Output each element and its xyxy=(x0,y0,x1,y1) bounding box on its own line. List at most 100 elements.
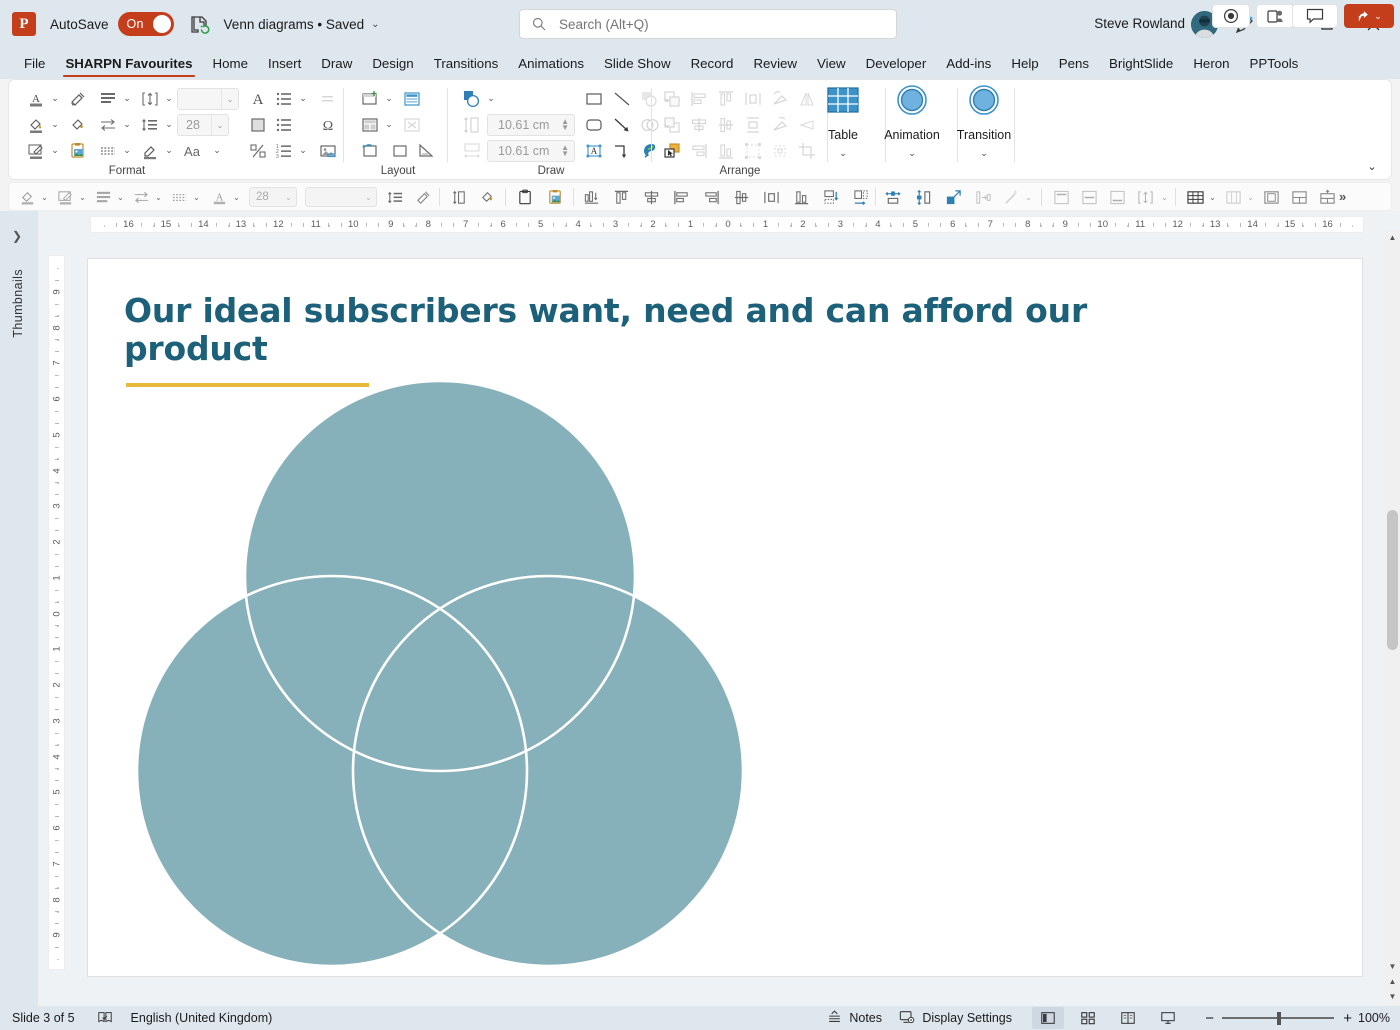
shapes-icon[interactable] xyxy=(459,86,485,111)
tab-record[interactable]: Record xyxy=(681,48,744,79)
align-bottom-icon[interactable] xyxy=(789,185,813,209)
slide-show-button[interactable] xyxy=(1152,1007,1184,1029)
font-name-combo[interactable]: ⌄ xyxy=(177,88,239,110)
chevron-down-icon[interactable]: ⌄ xyxy=(121,112,133,137)
paste-icon[interactable] xyxy=(513,185,537,209)
edit-shape-icon[interactable] xyxy=(53,185,77,209)
shape-fill-eyedropper-icon[interactable] xyxy=(475,185,499,209)
selection-pane-icon[interactable] xyxy=(659,138,685,163)
spinner-up-down-icon[interactable]: ▲ ▼ xyxy=(561,144,569,158)
width-field[interactable]: 10.61 cm ▲ ▼ xyxy=(487,140,575,162)
elbow-connector-icon[interactable] xyxy=(609,138,635,163)
tab-review[interactable]: Review xyxy=(743,48,807,79)
format-painter-icon[interactable] xyxy=(411,185,435,209)
tab-pptools[interactable]: PPTools xyxy=(1240,48,1309,79)
zoom-level-label[interactable]: 100% xyxy=(1358,1011,1390,1025)
align-right-icon[interactable] xyxy=(699,185,723,209)
tab-brightslide[interactable]: BrightSlide xyxy=(1099,48,1183,79)
chevron-down-icon[interactable]: ⌄ xyxy=(221,89,238,109)
chevron-down-icon[interactable]: ⌄ xyxy=(49,138,61,163)
chevron-down-icon[interactable]: ⌄ xyxy=(1023,185,1034,209)
chevron-down-icon[interactable]: ⌄ xyxy=(49,112,61,137)
font-color-icon[interactable]: A xyxy=(23,86,49,111)
paste-picture-icon[interactable] xyxy=(65,138,91,163)
chevron-down-icon[interactable]: ⌄ xyxy=(77,185,88,209)
rectangle-icon[interactable] xyxy=(581,86,607,111)
chevron-down-icon[interactable]: ⌄ xyxy=(383,112,395,137)
align-left-icon[interactable] xyxy=(669,185,693,209)
ribbon-collapse-button[interactable]: ⌄ xyxy=(1361,157,1383,175)
table-column-icon[interactable] xyxy=(1221,185,1245,209)
normal-view-button[interactable] xyxy=(1032,1007,1064,1029)
spellcheck-icon[interactable] xyxy=(97,1010,113,1026)
height-field[interactable]: 10.61 cm ▲ ▼ xyxy=(487,114,575,136)
slide-sorter-button[interactable] xyxy=(1072,1007,1104,1029)
table-icon[interactable] xyxy=(1183,185,1207,209)
align-middle-icon[interactable] xyxy=(729,185,753,209)
zoom-in-button[interactable]: + xyxy=(1343,1010,1352,1027)
font-color-icon[interactable]: A xyxy=(207,185,231,209)
tab-help[interactable]: Help xyxy=(1001,48,1048,79)
chevron-down-icon[interactable]: ⌄ xyxy=(939,148,1029,159)
size-height-icon[interactable] xyxy=(911,185,935,209)
tab-add-ins[interactable]: Add-ins xyxy=(936,48,1001,79)
slide-title[interactable]: Our ideal subscribers want, need and can… xyxy=(124,292,1224,387)
next-slide-button[interactable]: ▼ xyxy=(1385,989,1400,1004)
swap-arrows-icon[interactable] xyxy=(129,185,153,209)
search-input[interactable] xyxy=(557,15,857,33)
venn-circle-bottom-right[interactable] xyxy=(353,576,743,966)
slide-size-icon[interactable] xyxy=(413,138,439,163)
picture-format-icon[interactable] xyxy=(315,138,341,163)
chevron-down-icon[interactable]: ⌄ xyxy=(297,138,309,163)
shape-fill-icon[interactable] xyxy=(23,112,49,137)
tab-developer[interactable]: Developer xyxy=(856,48,937,79)
font-name-combo[interactable]: ⌄ xyxy=(305,187,377,207)
tab-slide-show[interactable]: Slide Show xyxy=(594,48,681,79)
text-box-icon[interactable]: A xyxy=(581,138,607,163)
edit-shape-icon[interactable] xyxy=(23,138,49,163)
new-slide-icon[interactable] xyxy=(357,86,383,111)
tab-transitions[interactable]: Transitions xyxy=(424,48,509,79)
tab-animations[interactable]: Animations xyxy=(508,48,594,79)
tab-draw[interactable]: Draw xyxy=(311,48,362,79)
toolbar-overflow-button[interactable]: » xyxy=(1339,189,1346,204)
table-merge-icon[interactable] xyxy=(1315,185,1339,209)
scroll-down-button[interactable]: ▼ xyxy=(1385,959,1400,974)
chevron-down-icon[interactable]: ⌄ xyxy=(163,112,175,137)
shape-fill-eyedropper-icon[interactable] xyxy=(65,112,91,137)
autofit-icon[interactable] xyxy=(1133,185,1157,209)
slide-layout-icon[interactable] xyxy=(357,112,383,137)
scale-icon[interactable] xyxy=(941,185,965,209)
chevron-down-icon[interactable]: ⌄ xyxy=(1245,185,1256,209)
table-split-icon[interactable] xyxy=(1287,185,1311,209)
tab-home[interactable]: Home xyxy=(203,48,258,79)
chevron-down-icon[interactable]: ⌄ xyxy=(297,86,309,111)
position-icon[interactable] xyxy=(971,185,995,209)
highlighter-icon[interactable] xyxy=(137,138,163,163)
line-spacing-icon[interactable] xyxy=(383,185,407,209)
height-icon[interactable] xyxy=(447,185,471,209)
search-box[interactable] xyxy=(519,9,897,39)
chevron-down-icon[interactable]: ⌄ xyxy=(211,115,228,135)
distribute-bottom-icon[interactable] xyxy=(579,185,603,209)
tab-heron[interactable]: Heron xyxy=(1183,48,1239,79)
distribute-horizontal-icon[interactable] xyxy=(759,185,783,209)
slide-canvas[interactable]: Our ideal subscribers want, need and can… xyxy=(88,259,1362,976)
autosave-toggle[interactable]: On xyxy=(117,12,174,36)
chevron-down-icon[interactable]: ⌄ xyxy=(153,185,164,209)
chevron-down-icon[interactable]: ⌄ xyxy=(191,185,202,209)
previous-slide-button[interactable]: ▲ xyxy=(1385,974,1400,989)
line-icon[interactable] xyxy=(609,86,635,111)
tab-pens[interactable]: Pens xyxy=(1049,48,1099,79)
teams-present-button[interactable] xyxy=(1256,4,1294,28)
chevron-down-icon[interactable]: ⌄ xyxy=(485,86,497,111)
spinner-up-down-icon[interactable]: ▲ ▼ xyxy=(561,118,569,132)
tab-view[interactable]: View xyxy=(807,48,856,79)
tab-design[interactable]: Design xyxy=(362,48,423,79)
zoom-slider[interactable] xyxy=(1222,1010,1334,1026)
expand-thumbnails-button[interactable]: ❯ xyxy=(12,229,22,243)
record-button[interactable] xyxy=(1212,4,1250,28)
chevron-down-icon[interactable]: ⌄ xyxy=(163,86,175,111)
bullets-alt-icon[interactable] xyxy=(271,112,297,137)
chevron-down-icon[interactable]: ⌄ xyxy=(115,185,126,209)
